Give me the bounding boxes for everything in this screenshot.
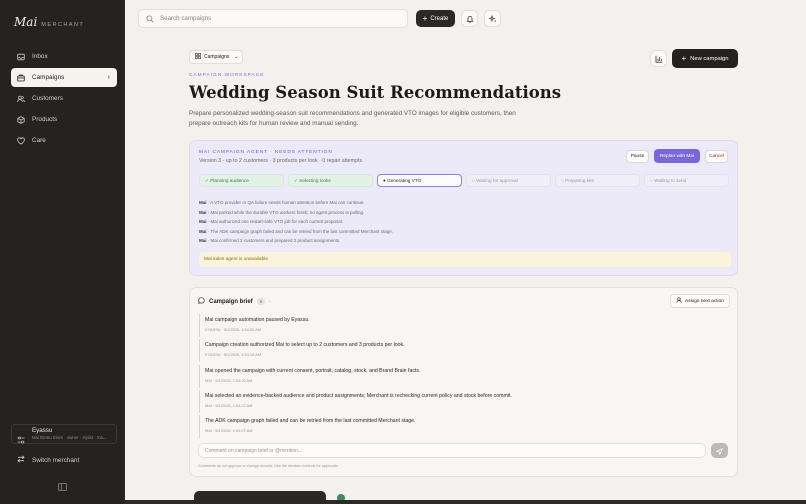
products-icon — [17, 115, 25, 124]
grid-icon — [195, 53, 201, 61]
comment-box[interactable] — [198, 443, 706, 458]
ask-mai-button[interactable] — [484, 10, 501, 27]
sidebar: Mai MERCHANT Inbox Campaigns › Customers — [0, 0, 124, 504]
sidebar-item-label: Campaigns — [32, 74, 65, 81]
agent-subtitle: Version 3 · up to 2 customers · 3 produc… — [199, 158, 363, 164]
sidebar-item-customers[interactable]: Customers — [11, 89, 117, 108]
brief-entry: Mai selected an evidence-backed audience… — [199, 389, 512, 413]
search-input[interactable] — [160, 15, 380, 22]
brand-subtitle: MERCHANT — [41, 22, 85, 28]
switch-merchant-button[interactable]: Switch merchant — [11, 452, 117, 468]
switch-merchant-label: Switch merchant — [32, 456, 80, 464]
agent-status-label: MAI CAMPAIGN AGENT · NEEDS ATTENTION — [199, 150, 333, 155]
sidebar-item-inbox[interactable]: Inbox — [11, 47, 117, 66]
send-comment-button[interactable] — [711, 443, 728, 458]
step-selecting-looks: ✓ Selecting looks — [288, 174, 373, 187]
chevron-right-icon: › — [107, 74, 110, 81]
brief-entry: Mai opened the campaign with current con… — [199, 364, 512, 388]
log-entry: Mai · A VTO provider or QA failure needs… — [199, 200, 365, 205]
agent-warning-banner: Mai sales agent is unavailable — [199, 252, 731, 267]
notifications-button[interactable] — [461, 10, 478, 27]
brief-header: Campaign brief 8 › — [198, 297, 271, 306]
main-content: + Create Campaigns ⌄ + New campaign CAMP… — [125, 0, 806, 500]
sidebar-item-label: Customers — [32, 95, 63, 102]
care-icon — [17, 136, 25, 145]
pause-button[interactable]: Pause — [626, 150, 649, 163]
sidebar-nav: Inbox Campaigns › Customers Products Car… — [11, 47, 117, 152]
bell-icon — [465, 10, 474, 28]
log-entry: Mai · Mai authorized one restart-safe VT… — [199, 219, 343, 225]
log-entry: Mai · Mai confirmed 2 customers and prep… — [199, 238, 341, 244]
search-bar[interactable] — [138, 9, 408, 28]
comment-input[interactable] — [205, 447, 685, 454]
comment-hint: Comments do not approve or change record… — [198, 464, 339, 468]
status-dot — [337, 494, 345, 500]
step-generating-vto: ● Generating VTO — [377, 174, 462, 187]
page-description: Prepare personalized wedding-season suit… — [189, 110, 516, 127]
agent-steps: ✓ Planning audience ✓ Selecting looks ● … — [199, 174, 729, 187]
user-account[interactable]: Eyassu Mai Demo Store · owner · stylist … — [11, 424, 117, 444]
create-label: Create — [430, 15, 449, 22]
sidebar-item-campaigns[interactable]: Campaigns › — [11, 68, 117, 87]
bottom-card-preview — [194, 491, 326, 500]
brief-entry: Mai campaign automation paused by Eyassu… — [199, 314, 512, 337]
sidebar-item-care[interactable]: Care — [11, 131, 117, 150]
brand-name: Mai — [14, 15, 38, 29]
chevron-right-icon[interactable]: › — [269, 299, 271, 305]
user-name: Eyassu — [32, 427, 53, 434]
brief-entry: The ADK campaign graph failed and can be… — [199, 415, 512, 439]
bar-chart-icon — [655, 50, 663, 68]
sidebar-item-label: Care — [32, 137, 46, 144]
page-title: Wedding Season Suit Recommendations — [189, 83, 562, 102]
customers-icon — [17, 95, 25, 103]
analytics-button[interactable] — [650, 50, 667, 67]
plus-icon: + — [422, 13, 428, 23]
step-planning-audience: ✓ Planning audience — [199, 174, 284, 187]
brand-logo[interactable]: Mai MERCHANT — [14, 15, 84, 29]
new-campaign-button[interactable]: + New campaign — [672, 49, 738, 68]
chevron-down-icon: ⌄ — [234, 54, 239, 60]
plus-icon: + — [681, 53, 687, 63]
sparkle-icon — [487, 10, 497, 28]
campaigns-icon — [17, 74, 25, 82]
user-meta: Mai Demo Store · owner · stylist · ma... — [32, 435, 107, 440]
search-icon — [146, 10, 154, 28]
log-entry: Mai · The ADK campaign graph failed and … — [199, 228, 394, 234]
cancel-button[interactable]: Cancel — [705, 150, 728, 163]
campaigns-dropdown-label: Campaigns — [204, 54, 230, 60]
comment-icon — [198, 297, 205, 306]
page-eyebrow: CAMPAIGN WORKSPACE — [189, 73, 265, 78]
create-button[interactable]: + Create — [416, 10, 455, 27]
campaign-agent-card: MAI CAMPAIGN AGENT · NEEDS ATTENTION Ver… — [189, 140, 738, 276]
replan-button[interactable]: Replan with Mai — [654, 149, 700, 163]
collapse-sidebar-icon[interactable] — [58, 478, 67, 491]
assign-next-action-button[interactable]: Assign next action — [670, 294, 730, 308]
sliders-icon — [17, 431, 25, 449]
send-icon — [715, 442, 723, 460]
swap-icon — [17, 455, 25, 465]
brief-title: Campaign brief — [209, 298, 253, 305]
log-entry: Mai · Mai parked while the durable VTO w… — [199, 209, 365, 215]
brief-entry: Campaign creation authorized Mai to sele… — [199, 339, 512, 363]
campaigns-dropdown[interactable]: Campaigns ⌄ — [189, 50, 243, 64]
step-waiting-send: ○ Waiting to send — [644, 174, 729, 187]
sidebar-item-label: Products — [32, 116, 58, 123]
user-icon — [676, 297, 682, 305]
step-preparing-kits: ○ Preparing kits — [555, 174, 640, 187]
brief-count-badge: 8 — [256, 298, 266, 305]
sidebar-item-label: Inbox — [32, 53, 48, 60]
campaign-brief-card: Campaign brief 8 › Assign next action Ma… — [189, 287, 738, 477]
new-campaign-label: New campaign — [690, 55, 729, 62]
step-waiting-approval: ○ Waiting for approval — [466, 174, 551, 187]
agent-log: Mai · A VTO provider or QA failure needs… — [199, 200, 393, 248]
sidebar-item-products[interactable]: Products — [11, 110, 117, 129]
brief-entries: Mai campaign automation paused by Eyassu… — [199, 314, 512, 440]
inbox-icon — [17, 53, 25, 61]
assign-label: Assign next action — [685, 298, 724, 304]
